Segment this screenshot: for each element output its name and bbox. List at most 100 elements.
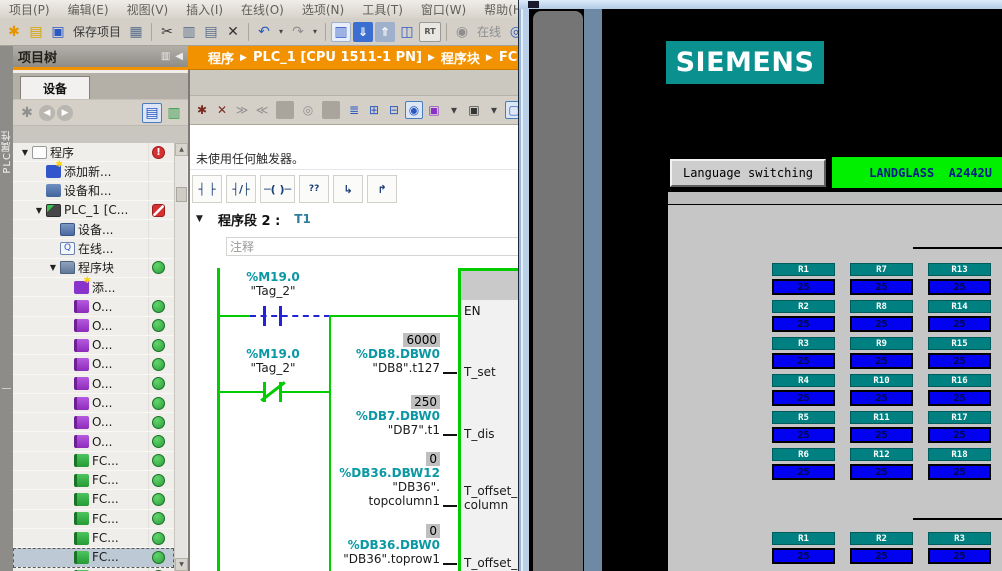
- roller-button[interactable]: R8: [850, 300, 913, 313]
- add-new-icon[interactable]: ✱: [17, 103, 37, 123]
- tree-item-fc[interactable]: FC...: [13, 490, 174, 510]
- tree-item-fc[interactable]: FC...: [13, 510, 174, 529]
- roller-value-field[interactable]: 25: [850, 548, 913, 564]
- operand-name[interactable]: "DB7".t1: [388, 423, 440, 437]
- contact1-no-symbol[interactable]: [279, 306, 282, 326]
- roller-value-field[interactable]: 25: [772, 427, 835, 443]
- delete-icon[interactable]: ✕: [223, 22, 243, 42]
- separator[interactable]: [248, 22, 250, 41]
- roller-button[interactable]: R4: [772, 374, 835, 387]
- expander-icon[interactable]: ▼: [46, 263, 60, 272]
- operand-name[interactable]: "DB36".: [392, 480, 440, 494]
- tree-item-project[interactable]: ▼ 程序: [13, 143, 174, 163]
- upload-from-device-icon[interactable]: ⇑: [375, 21, 396, 42]
- roller-button[interactable]: R1: [772, 263, 835, 276]
- cut-icon[interactable]: ✂: [157, 22, 177, 42]
- roller-button[interactable]: R13: [928, 263, 991, 276]
- tree-item-fc[interactable]: FC...: [13, 529, 174, 549]
- scrollbar-thumb[interactable]: [176, 187, 187, 202]
- network-header[interactable]: ▼ 程序段 2 : T1: [190, 208, 520, 230]
- roller-button[interactable]: R2: [772, 300, 835, 313]
- start-simulation-icon[interactable]: ◫: [397, 22, 417, 42]
- roller-button[interactable]: R12: [850, 448, 913, 461]
- separator[interactable]: [151, 22, 153, 41]
- no-contact-button[interactable]: ┤ ├: [192, 175, 222, 203]
- roller-button[interactable]: R9: [850, 337, 913, 350]
- menu-item-edit[interactable]: 编辑(E): [59, 0, 118, 19]
- roller-button[interactable]: R3: [772, 337, 835, 350]
- panes-icon[interactable]: ▥: [161, 51, 170, 62]
- new-project-icon[interactable]: ✱: [4, 22, 24, 42]
- tree-item-ob[interactable]: O...: [13, 394, 174, 414]
- tree-item-devices-networks[interactable]: 设备和...: [13, 182, 174, 201]
- monitoring-icon[interactable]: ▣: [465, 101, 483, 119]
- tree-item-program-blocks[interactable]: ▼ 程序块: [13, 259, 174, 279]
- back-icon[interactable]: ◀: [39, 104, 55, 121]
- scroll-down-icon[interactable]: ▼: [175, 558, 188, 571]
- nc-contact-button[interactable]: ┤/├: [226, 175, 256, 203]
- roller-button[interactable]: R6: [772, 448, 835, 461]
- roller-value-field[interactable]: 25: [928, 464, 991, 480]
- accessible-devices-icon[interactable]: ▥: [331, 21, 352, 42]
- menu-item-view[interactable]: 视图(V): [118, 0, 178, 19]
- roller-value-field[interactable]: 25: [850, 390, 913, 406]
- dropdown-arrow-icon[interactable]: ▾: [445, 101, 463, 119]
- tree-scrollbar[interactable]: ▲ ▼: [174, 143, 188, 571]
- language-switch-button[interactable]: Language switching: [670, 159, 826, 187]
- close-branch-button[interactable]: ↱: [367, 175, 398, 203]
- operand-stack[interactable]: 250 %DB7.DBW0 "DB7".t1: [356, 395, 440, 437]
- print-icon[interactable]: ▦: [126, 22, 146, 42]
- tree-item-add-new-device[interactable]: 添加新...: [13, 160, 174, 182]
- roller-value-field[interactable]: 25: [850, 316, 913, 332]
- hmi-title-bar[interactable]: [518, 0, 1002, 9]
- roller-value-field[interactable]: 25: [928, 548, 991, 564]
- reset-start-values-icon[interactable]: ◎: [299, 101, 317, 119]
- program-status-icon[interactable]: ▣: [425, 101, 443, 119]
- download-to-device-icon[interactable]: ⇓: [353, 21, 374, 42]
- collapse-panel-icon[interactable]: ◀: [175, 51, 183, 62]
- plc-properties-vertical-tab[interactable]: PLC属性: [0, 130, 13, 174]
- open-project-icon[interactable]: ▤: [26, 22, 46, 42]
- operand-name[interactable]: "DB8".t127: [372, 361, 440, 375]
- save-project-label[interactable]: 保存项目: [73, 22, 121, 42]
- operand-address[interactable]: %DB8.DBW0: [356, 347, 440, 361]
- tree-item-plc1[interactable]: ▼ PLC_1 [C...: [13, 201, 174, 221]
- operand-address[interactable]: %DB36.DBW12: [339, 466, 440, 480]
- operand-address[interactable]: %DB7.DBW0: [356, 409, 440, 423]
- separator[interactable]: [322, 101, 340, 119]
- menu-item-online[interactable]: 在线(O): [232, 0, 293, 19]
- menu-item-options[interactable]: 选项(N): [293, 0, 353, 19]
- roller-value-field[interactable]: 25: [928, 279, 991, 295]
- operand-name[interactable]: topcolumn1: [369, 494, 440, 508]
- tree-item-fc-selected[interactable]: FC...: [13, 548, 174, 568]
- copy-icon[interactable]: ▥: [179, 22, 199, 42]
- roller-button[interactable]: R18: [928, 448, 991, 461]
- indent-icon[interactable]: ≫: [233, 101, 251, 119]
- operand-address[interactable]: %DB36.DBW0: [348, 538, 440, 552]
- operand-stack[interactable]: 0 %DB36.DBW12 "DB36". topcolumn1: [339, 452, 440, 508]
- roller-value-field[interactable]: 25: [772, 548, 835, 564]
- roller-value-field[interactable]: 25: [928, 353, 991, 369]
- breadcrumb-item[interactable]: PLC_1 [CPU 1511-1 PN]: [253, 50, 422, 65]
- tab-devices[interactable]: 设备: [20, 76, 90, 99]
- dropdown-arrow-icon[interactable]: ▾: [485, 101, 503, 119]
- operand-display-icon[interactable]: ≣: [345, 101, 363, 119]
- operand-stack[interactable]: 6000 %DB8.DBW0 "DB8".t127: [356, 333, 440, 375]
- expander-icon[interactable]: ▼: [18, 148, 32, 157]
- roller-button[interactable]: R15: [928, 337, 991, 350]
- roller-button[interactable]: R2: [850, 532, 913, 545]
- tree-item-ob[interactable]: O...: [13, 336, 174, 356]
- menu-item-project[interactable]: 项目(P): [0, 0, 59, 19]
- roller-value-field[interactable]: 25: [850, 427, 913, 443]
- roller-button[interactable]: R5: [772, 411, 835, 424]
- coil-button[interactable]: ─( )─: [260, 175, 296, 203]
- menu-item-tools[interactable]: 工具(T): [353, 0, 412, 19]
- separator[interactable]: [446, 22, 448, 41]
- roller-value-field[interactable]: 25: [928, 316, 991, 332]
- network-collapse-icon[interactable]: ▼: [196, 214, 210, 224]
- go-online-label[interactable]: 在线: [477, 22, 501, 42]
- roller-value-field[interactable]: 25: [928, 427, 991, 443]
- roller-button[interactable]: R1: [772, 532, 835, 545]
- menu-item-window[interactable]: 窗口(W): [412, 0, 475, 19]
- breadcrumb-item[interactable]: 程序: [208, 48, 234, 67]
